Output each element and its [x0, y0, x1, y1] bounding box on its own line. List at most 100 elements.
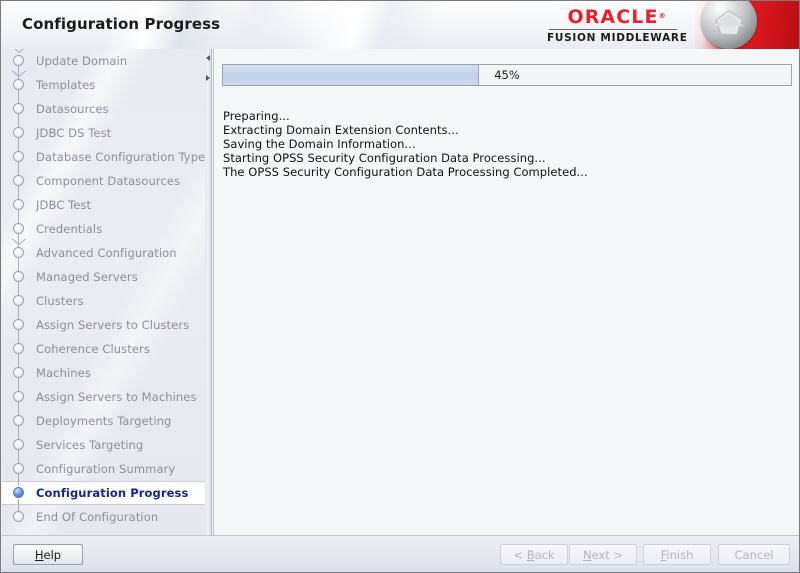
wizard-footer: Help < Back Next > Finish Cancel: [2, 535, 799, 572]
sidebar-item-datasources[interactable]: Datasources: [2, 97, 205, 121]
step-marker: [2, 385, 36, 409]
step-dot-icon: [13, 103, 24, 114]
step-dot-icon: [13, 79, 24, 90]
sidebar-item-end-of-configuration[interactable]: End Of Configuration: [2, 505, 205, 529]
step-dot-icon: [13, 463, 24, 474]
sidebar-item-component-datasources[interactable]: Component Datasources: [2, 169, 205, 193]
progress-log-line: Preparing...: [223, 109, 290, 123]
sidebar-item-label: Machines: [36, 366, 91, 380]
step-marker: [2, 49, 36, 73]
sidebar-item-coherence-clusters[interactable]: Coherence Clusters: [2, 337, 205, 361]
sidebar-item-configuration-progress[interactable]: Configuration Progress: [2, 481, 205, 505]
sidebar-item-update-domain[interactable]: Update Domain: [2, 49, 205, 73]
oracle-logo: ORACLE ® FUSION MIDDLEWARE: [547, 6, 688, 44]
step-marker: [2, 121, 36, 145]
step-dot-icon: [13, 223, 24, 234]
sidebar-item-label: Component Datasources: [36, 174, 181, 188]
step-marker: [2, 193, 36, 217]
page-title: Configuration Progress: [22, 15, 221, 33]
step-marker: [2, 265, 36, 289]
step-marker: [2, 97, 36, 121]
step-dot-icon: [13, 271, 24, 282]
next-button-label: Next >: [582, 547, 624, 562]
step-dot-icon: [13, 391, 24, 402]
step-dot-icon: [13, 439, 24, 450]
step-marker: [2, 361, 36, 385]
window-header: Configuration Progress ORACLE ® FUSION MI…: [1, 1, 799, 49]
step-dot-icon: [13, 127, 24, 138]
progress-log-line: The OPSS Security Configuration Data Pro…: [223, 165, 588, 179]
sidebar-item-label: Update Domain: [36, 54, 128, 68]
sidebar-item-database-configuration-type[interactable]: Database Configuration Type: [2, 145, 205, 169]
sidebar-item-machines[interactable]: Machines: [2, 361, 205, 385]
sidebar-item-label: Clusters: [36, 294, 84, 308]
sidebar-item-assign-servers-to-clusters[interactable]: Assign Servers to Clusters: [2, 313, 205, 337]
oracle-wordmark-text: ORACLE: [567, 6, 659, 28]
step-dot-icon: [13, 367, 24, 378]
step-dot-icon: [13, 511, 24, 522]
sidebar-item-label: Datasources: [36, 102, 109, 116]
step-marker: [2, 313, 36, 337]
progress-log: Preparing... Extracting Domain Extension …: [223, 109, 783, 179]
sidebar-item-configuration-summary[interactable]: Configuration Summary: [2, 457, 205, 481]
pentagon-icon: [715, 9, 743, 35]
step-marker: [2, 481, 36, 505]
sidebar-item-label: JDBC DS Test: [36, 126, 112, 140]
configuration-progress-bar: 45%: [222, 64, 792, 86]
sidebar-item-credentials[interactable]: Credentials: [2, 217, 205, 241]
sidebar-item-managed-servers[interactable]: Managed Servers: [2, 265, 205, 289]
sidebar-item-deployments-targeting[interactable]: Deployments Targeting: [2, 409, 205, 433]
step-marker: [2, 289, 36, 313]
sidebar-item-label: Assign Servers to Machines: [36, 390, 197, 404]
step-dot-icon: [13, 175, 24, 186]
step-marker: [2, 238, 36, 265]
oracle-product-name: FUSION MIDDLEWARE: [547, 32, 688, 44]
sidebar-item-clusters[interactable]: Clusters: [2, 289, 205, 313]
step-marker: [2, 409, 36, 433]
sidebar-item-label: JDBC Test: [36, 198, 92, 212]
sidebar-item-label: Services Targeting: [36, 438, 144, 452]
sidebar-item-assign-servers-to-machines[interactable]: Assign Servers to Machines: [2, 385, 205, 409]
step-active-dot-icon: [13, 487, 24, 498]
step-dot-icon: [13, 295, 24, 306]
step-dot-icon: [13, 415, 24, 426]
sidebar-item-jdbc-test[interactable]: JDBC Test: [2, 193, 205, 217]
sidebar-item-label: Managed Servers: [36, 270, 138, 284]
sidebar-item-label: Deployments Targeting: [36, 414, 172, 428]
step-dot-icon: [13, 247, 24, 258]
wizard-step-sidebar: Update Domain Templates Datasources JDBC DS…: [2, 49, 205, 535]
configuration-wizard-window: Configuration Progress ORACLE ® FUSION MI…: [0, 0, 800, 573]
step-marker: [2, 433, 36, 457]
step-dot-icon: [13, 199, 24, 210]
finish-button: Finish: [643, 544, 711, 565]
splitter-collapse-icon[interactable]: [206, 55, 210, 61]
sidebar-item-templates[interactable]: Templates: [2, 70, 205, 97]
sidebar-splitter[interactable]: [205, 49, 212, 535]
next-button: Next >: [569, 544, 637, 565]
sidebar-item-label: Assign Servers to Clusters: [36, 318, 190, 332]
step-dot-icon: [13, 55, 24, 66]
sidebar-item-services-targeting[interactable]: Services Targeting: [2, 433, 205, 457]
wizard-step-list: Update Domain Templates Datasources JDBC DS…: [2, 49, 205, 529]
step-marker: [2, 169, 36, 193]
content-panel: 45% Preparing... Extracting Domain Extens…: [213, 49, 799, 535]
cancel-button-label: Cancel: [734, 547, 774, 562]
help-button[interactable]: Help: [13, 544, 83, 565]
sidebar-item-advanced-configuration[interactable]: Advanced Configuration: [2, 238, 205, 265]
sidebar-item-label: Advanced Configuration: [36, 246, 177, 260]
cancel-button: Cancel: [718, 544, 790, 565]
sidebar-item-jdbc-ds-test[interactable]: JDBC DS Test: [2, 121, 205, 145]
step-marker: [2, 145, 36, 169]
progress-log-line: Extracting Domain Extension Contents...: [223, 123, 459, 137]
step-marker: [2, 337, 36, 361]
step-dot-icon: [13, 151, 24, 162]
progress-percent-label: 45%: [494, 68, 520, 82]
oracle-trademark-icon: ®: [658, 12, 666, 20]
finish-button-label: Finish: [660, 547, 694, 562]
splitter-expand-icon[interactable]: [206, 75, 210, 81]
step-marker: [2, 217, 36, 241]
step-branch-line-2: [18, 49, 27, 53]
sidebar-item-label: Templates: [36, 78, 96, 92]
sidebar-item-label: Credentials: [36, 222, 103, 236]
logo-divider: [549, 29, 677, 30]
